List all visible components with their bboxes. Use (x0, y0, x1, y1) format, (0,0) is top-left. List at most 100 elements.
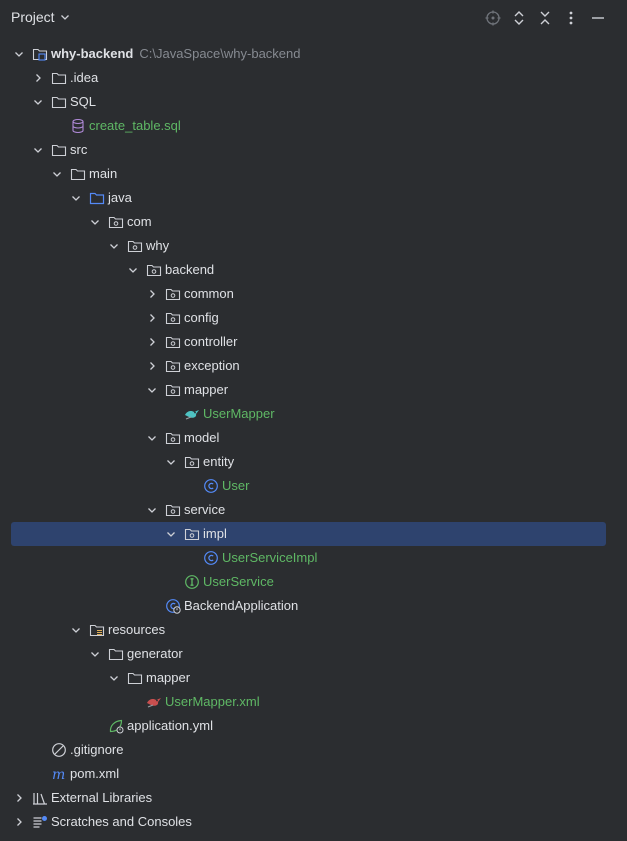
collapse-all-icon[interactable] (536, 9, 554, 27)
tree-row-user[interactable]: User (0, 474, 627, 498)
tree-row-com[interactable]: com (0, 210, 627, 234)
minimize-icon[interactable] (589, 9, 607, 27)
chevron-right-icon[interactable] (146, 336, 158, 348)
tree-label: pom.xml (70, 766, 120, 781)
maven-icon: m (52, 767, 65, 782)
tree-row-sql[interactable]: SQL (0, 90, 627, 114)
package-icon (165, 288, 181, 301)
chevron-right-icon[interactable] (32, 72, 44, 84)
chevron-down-icon[interactable] (165, 456, 177, 468)
chevron-down-icon[interactable] (70, 192, 82, 204)
tree-label: .gitignore (70, 742, 124, 757)
chevron-down-icon[interactable] (146, 384, 158, 396)
chevron-down-icon[interactable] (70, 624, 82, 636)
chevron-down-icon[interactable] (51, 168, 63, 180)
class-icon (204, 551, 218, 565)
mybatis-mapper-icon (185, 410, 199, 420)
tree-label: BackendApplication (184, 598, 299, 613)
tree-row-java[interactable]: java (0, 186, 627, 210)
tree-row-why[interactable]: why (0, 234, 627, 258)
package-icon (165, 432, 181, 445)
folder-icon (51, 144, 67, 157)
package-icon (165, 336, 181, 349)
chevron-down-icon[interactable] (32, 144, 44, 156)
chevron-down-icon[interactable] (146, 504, 158, 516)
tree-row-backend[interactable]: backend (0, 258, 627, 282)
tree-row-backend-application[interactable]: BackendApplication (0, 594, 627, 618)
mybatis-xml-icon (147, 698, 161, 708)
tree-label: UserMapper (203, 406, 275, 421)
tree-row-common[interactable]: common (0, 282, 627, 306)
chevron-right-icon[interactable] (146, 288, 158, 300)
tree-label: service (184, 502, 226, 517)
tree-row-user-mapper-xml[interactable]: UserMapper.xml (0, 690, 627, 714)
tree-row-scratches[interactable]: Scratches and Consoles (0, 810, 627, 834)
tree-label: main (89, 166, 118, 181)
ignore-file-icon (52, 743, 66, 757)
tree-row-generator[interactable]: generator (0, 642, 627, 666)
chevron-down-icon[interactable] (108, 240, 120, 252)
tree-row-resources[interactable]: resources (0, 618, 627, 642)
tree-row-create-table-sql[interactable]: create_table.sql (0, 114, 627, 138)
project-title: Project (11, 9, 55, 25)
chevron-down-icon[interactable] (89, 216, 101, 228)
interface-icon (185, 575, 199, 589)
tree-label: common (184, 286, 234, 301)
tree-row-external-libraries[interactable]: External Libraries (0, 786, 627, 810)
package-icon (165, 312, 181, 325)
package-icon (165, 504, 181, 517)
tree-label: java (108, 190, 132, 205)
tree-row-service[interactable]: service (0, 498, 627, 522)
tree-label: why-backend C:\JavaSpace\why-backend (51, 46, 301, 61)
chevron-down-icon[interactable] (89, 648, 101, 660)
locate-icon[interactable] (484, 9, 502, 27)
tree-row-user-mapper[interactable]: UserMapper (0, 402, 627, 426)
database-icon (72, 118, 84, 134)
tree-label: src (70, 142, 88, 157)
tree-row-exception[interactable]: exception (0, 354, 627, 378)
chevron-down-icon[interactable] (146, 432, 158, 444)
scratches-icon (33, 816, 47, 828)
tree-row-root[interactable]: why-backend C:\JavaSpace\why-backend (0, 42, 627, 66)
tree-row-impl[interactable]: impl (0, 522, 627, 546)
tree-row-user-service-impl[interactable]: UserServiceImpl (0, 546, 627, 570)
chevron-right-icon[interactable] (13, 792, 25, 804)
chevron-down-icon[interactable] (13, 48, 25, 60)
chevron-right-icon[interactable] (13, 816, 25, 828)
tree-row-mapper[interactable]: mapper (0, 378, 627, 402)
chevron-down-icon[interactable] (165, 528, 177, 540)
tree-row-application-yml[interactable]: application.yml (0, 714, 627, 738)
tree-label: External Libraries (51, 790, 153, 805)
expand-collapse-icon[interactable] (510, 9, 528, 27)
package-icon (184, 528, 200, 541)
resources-folder-icon (89, 624, 105, 637)
tree-row-gitignore[interactable]: .gitignore (0, 738, 627, 762)
chevron-right-icon[interactable] (146, 312, 158, 324)
project-view-selector[interactable]: Project (11, 9, 71, 25)
tree-label: UserMapper.xml (165, 694, 260, 709)
tree-label: UserService (203, 574, 274, 589)
folder-icon (108, 648, 124, 661)
chevron-right-icon[interactable] (146, 360, 158, 372)
chevron-down-icon[interactable] (108, 672, 120, 684)
tree-label: .idea (70, 70, 99, 85)
project-tool-window-header: Project (0, 0, 627, 36)
folder-icon (70, 168, 86, 181)
module-folder-icon (32, 48, 48, 61)
package-icon (146, 264, 162, 277)
tree-row-entity[interactable]: entity (0, 450, 627, 474)
tree-label: com (127, 214, 152, 229)
tree-row-src[interactable]: src (0, 138, 627, 162)
tree-row-pom-xml[interactable]: m pom.xml (0, 762, 627, 786)
tree-row-controller[interactable]: controller (0, 330, 627, 354)
tree-row-idea[interactable]: .idea (0, 66, 627, 90)
tree-row-main[interactable]: main (0, 162, 627, 186)
chevron-down-icon[interactable] (127, 264, 139, 276)
library-icon (33, 793, 47, 805)
tree-row-user-service[interactable]: UserService (0, 570, 627, 594)
more-options-icon[interactable] (562, 9, 580, 27)
tree-row-generator-mapper[interactable]: mapper (0, 666, 627, 690)
chevron-down-icon[interactable] (32, 96, 44, 108)
tree-row-config[interactable]: config (0, 306, 627, 330)
tree-row-model[interactable]: model (0, 426, 627, 450)
